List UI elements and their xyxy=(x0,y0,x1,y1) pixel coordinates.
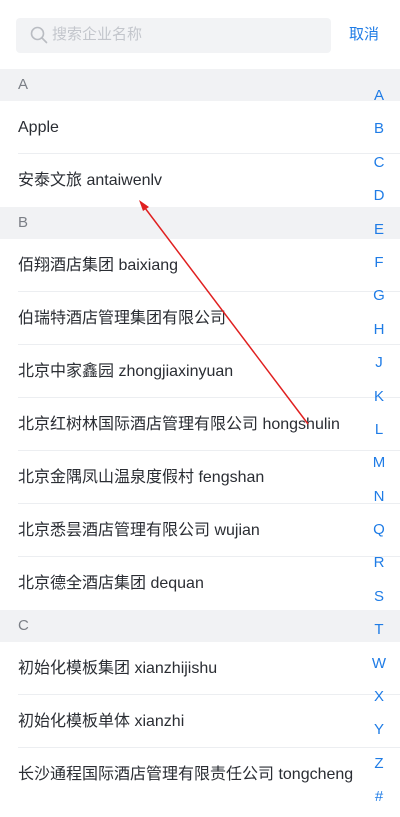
search-input[interactable]: 搜索企业名称 xyxy=(52,26,142,44)
list-item[interactable]: 佰翔酒店集团 baixiang xyxy=(0,239,400,292)
list-item-label: 初始化模板集团 xianzhijishu xyxy=(18,660,218,677)
list-item-label: 北京悉昙酒店管理有限公司 wujian xyxy=(18,522,260,539)
index-letter[interactable]: X xyxy=(364,683,394,716)
list-item[interactable]: 北京中家鑫园 zhongjiaxinyuan xyxy=(0,345,400,398)
search-bar[interactable]: 搜索企业名称 xyxy=(16,18,331,53)
company-list: A Apple 安泰文旅 antaiwenlv B 佰翔酒店集团 baixian… xyxy=(0,69,400,801)
list-item-label: 北京中家鑫园 zhongjiaxinyuan xyxy=(18,363,234,380)
list-item[interactable]: 长沙通程国际酒店管理有限责任公司 tongcheng xyxy=(0,748,400,801)
list-item[interactable]: Apple xyxy=(0,101,400,154)
index-letter[interactable]: F xyxy=(364,249,394,282)
list-item[interactable]: 北京德全酒店集团 dequan xyxy=(0,557,400,610)
section-header-b: B xyxy=(0,207,400,239)
index-letter[interactable]: B xyxy=(364,115,394,148)
index-letter[interactable]: N xyxy=(364,483,394,516)
list-item-label: 北京红树林国际酒店管理有限公司 hongshulin xyxy=(18,416,340,433)
list-item-label: 佰翔酒店集团 baixiang xyxy=(18,257,179,274)
index-letter[interactable]: W xyxy=(364,650,394,683)
index-letter[interactable]: S xyxy=(364,583,394,616)
index-letter[interactable]: Q xyxy=(364,516,394,549)
index-letter[interactable]: K xyxy=(364,383,394,416)
list-item[interactable]: 伯瑞特酒店管理集团有限公司 xyxy=(0,292,400,345)
index-letter[interactable]: Z xyxy=(364,750,394,783)
search-icon xyxy=(30,26,48,44)
list-item-label: 北京德全酒店集团 dequan xyxy=(18,575,204,592)
index-letter[interactable]: G xyxy=(364,282,394,315)
list-item-label: 伯瑞特酒店管理集团有限公司 xyxy=(18,310,227,327)
list-item[interactable]: 初始化模板单体 xianzhi xyxy=(0,695,400,748)
list-item[interactable]: 安泰文旅 antaiwenlv xyxy=(0,154,400,207)
index-letter[interactable]: Y xyxy=(364,716,394,749)
list-item[interactable]: 北京红树林国际酒店管理有限公司 hongshulin xyxy=(0,398,400,451)
search-header: 搜索企业名称 取消 xyxy=(0,0,400,69)
list-item[interactable]: 北京悉昙酒店管理有限公司 wujian xyxy=(0,504,400,557)
cancel-button[interactable]: 取消 xyxy=(349,26,379,44)
list-item-label: 长沙通程国际酒店管理有限责任公司 tongcheng xyxy=(18,766,354,783)
section-header-a: A xyxy=(0,69,400,101)
index-letter[interactable]: H xyxy=(364,316,394,349)
index-letter[interactable]: D xyxy=(364,182,394,215)
index-letter[interactable]: J xyxy=(364,349,394,382)
index-letter[interactable]: C xyxy=(364,149,394,182)
list-item[interactable]: 北京金隅凤山温泉度假村 fengshan xyxy=(0,451,400,504)
list-item-label: 初始化模板单体 xianzhi xyxy=(18,713,185,730)
index-letter[interactable]: T xyxy=(364,616,394,649)
index-letter[interactable]: R xyxy=(364,549,394,582)
list-item-label: 安泰文旅 antaiwenlv xyxy=(18,172,163,189)
alphabet-index[interactable]: A B C D E F G H J K L M N Q R S T W X Y … xyxy=(364,82,394,817)
list-item-label: Apple xyxy=(18,119,59,136)
list-item-label: 北京金隅凤山温泉度假村 fengshan xyxy=(18,469,265,486)
list-item[interactable]: 初始化模板集团 xianzhijishu xyxy=(0,642,400,695)
index-letter[interactable]: M xyxy=(364,449,394,482)
index-letter[interactable]: E xyxy=(364,216,394,249)
section-header-c: C xyxy=(0,610,400,642)
index-letter[interactable]: L xyxy=(364,416,394,449)
index-letter[interactable]: A xyxy=(364,82,394,115)
